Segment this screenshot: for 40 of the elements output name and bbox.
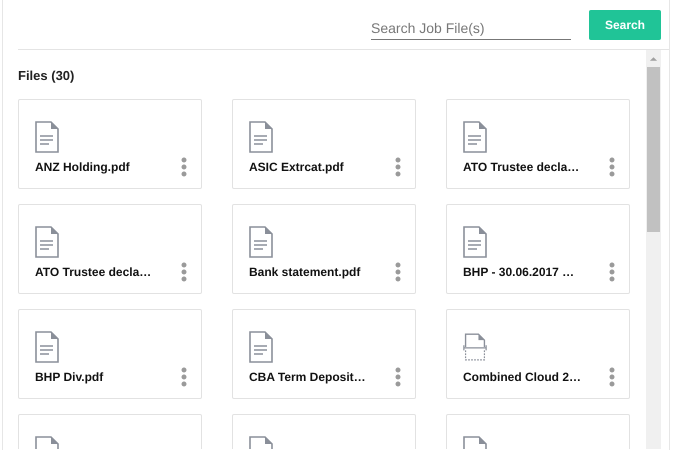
file-name: ATO Trustee decla… bbox=[463, 160, 580, 174]
more-options-icon[interactable] bbox=[395, 367, 401, 387]
file-card[interactable]: ATO Trustee decla… bbox=[18, 204, 202, 294]
file-card[interactable]: Combined Cloud 2… bbox=[446, 309, 630, 399]
more-options-icon[interactable] bbox=[609, 367, 615, 387]
file-name: BHP Div.pdf bbox=[35, 370, 104, 384]
scanned-document-icon bbox=[463, 331, 487, 363]
file-name: ANZ Holding.pdf bbox=[35, 160, 130, 174]
file-card[interactable]: BHP - 30.06.2017 … bbox=[446, 204, 630, 294]
document-icon bbox=[35, 331, 59, 363]
scroll-up-icon[interactable] bbox=[649, 56, 658, 62]
document-icon bbox=[463, 226, 487, 258]
file-card[interactable]: BHP Div.pdf bbox=[18, 309, 202, 399]
file-name: Bank statement.pdf bbox=[249, 265, 360, 279]
file-card[interactable]: ATO Trustee decla… bbox=[446, 99, 630, 189]
file-card[interactable]: ANZ Holding.pdf bbox=[18, 99, 202, 189]
more-options-icon[interactable] bbox=[395, 157, 401, 177]
file-name: CBA Term Deposit… bbox=[249, 370, 366, 384]
document-icon bbox=[35, 226, 59, 258]
more-options-icon[interactable] bbox=[609, 262, 615, 282]
scrollbar[interactable] bbox=[646, 50, 661, 449]
file-card[interactable]: ASIC Extrcat.pdf bbox=[232, 99, 416, 189]
document-icon bbox=[35, 121, 59, 153]
document-icon bbox=[249, 121, 273, 153]
file-name: ATO Trustee decla… bbox=[35, 265, 152, 279]
scrollbar-thumb[interactable] bbox=[647, 67, 660, 232]
more-options-icon[interactable] bbox=[181, 262, 187, 282]
document-icon bbox=[249, 226, 273, 258]
file-name: Combined Cloud 2… bbox=[463, 370, 581, 384]
more-options-icon[interactable] bbox=[181, 367, 187, 387]
more-options-icon[interactable] bbox=[609, 157, 615, 177]
file-name: BHP - 30.06.2017 … bbox=[463, 265, 574, 279]
document-icon bbox=[249, 331, 273, 363]
document-icon bbox=[463, 121, 487, 153]
more-options-icon[interactable] bbox=[395, 262, 401, 282]
more-options-icon[interactable] bbox=[181, 157, 187, 177]
file-card[interactable]: CBA Term Deposit… bbox=[232, 309, 416, 399]
file-card[interactable]: Bank statement.pdf bbox=[232, 204, 416, 294]
file-name: ASIC Extrcat.pdf bbox=[249, 160, 344, 174]
files-heading: Files (30) bbox=[18, 68, 76, 85]
